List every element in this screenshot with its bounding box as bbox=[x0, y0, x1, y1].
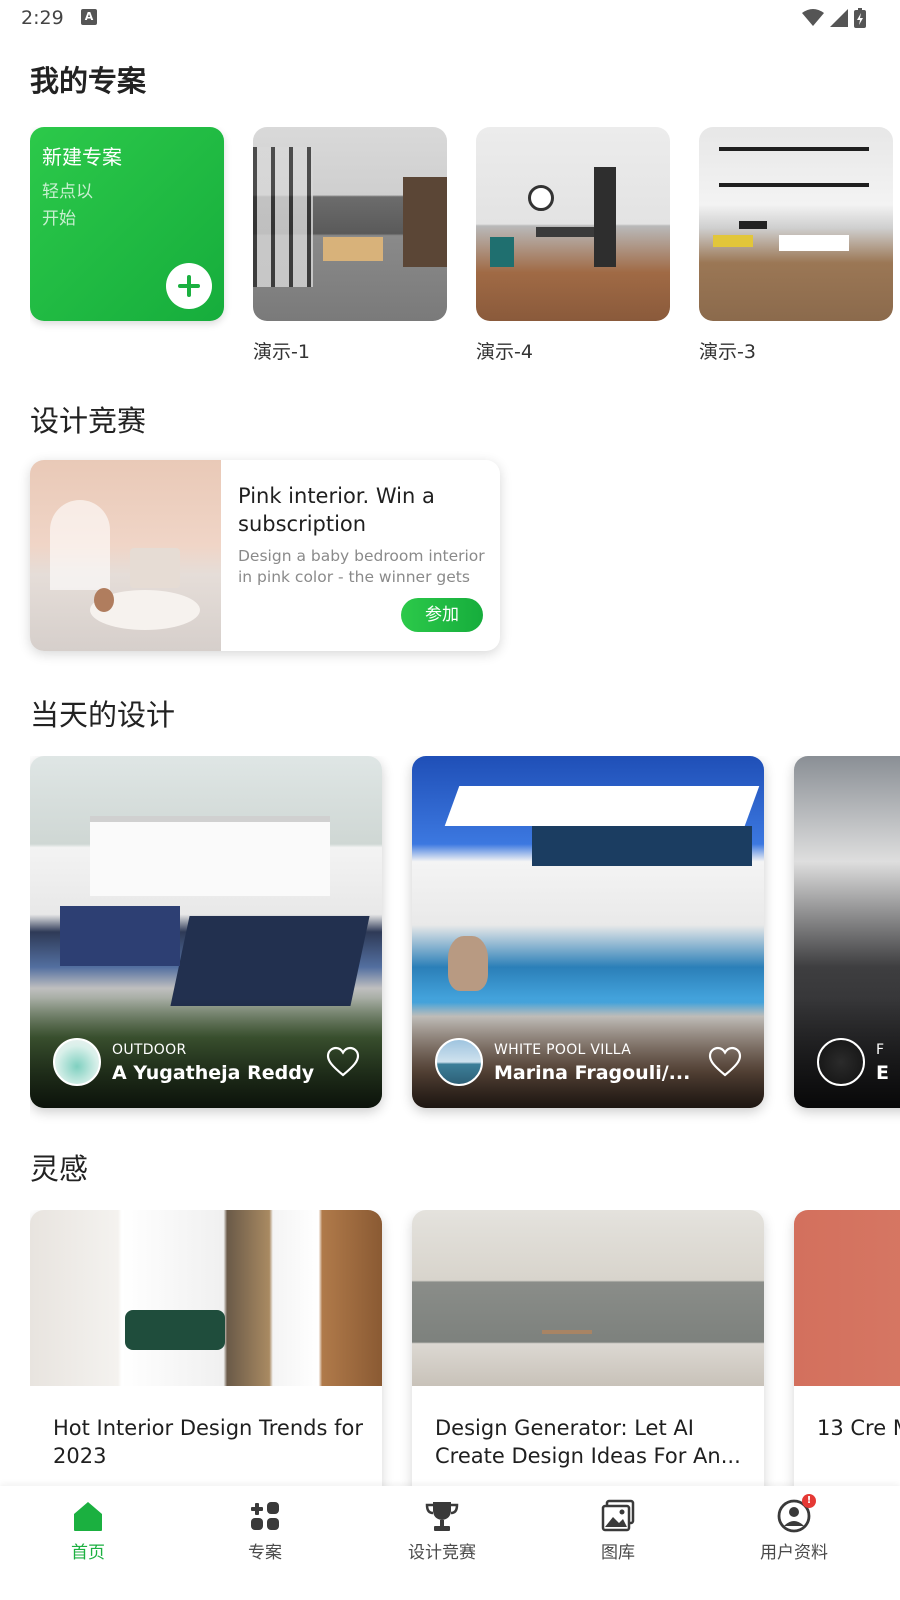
inspiration-card[interactable]: Hot Interior Design Trends for 2023 bbox=[30, 1210, 382, 1490]
my-projects-title: 我的专案 bbox=[30, 64, 147, 98]
design-author[interactable]: Marina Fragouli/... bbox=[494, 1062, 704, 1084]
new-project-card[interactable]: 新建专案 轻点以开始 bbox=[30, 127, 224, 321]
signal-icon bbox=[830, 9, 848, 27]
nav-item-profile[interactable]: ! 用户资料 bbox=[704, 1486, 884, 1600]
contest-card[interactable]: Pink interior. Win a subscription Design… bbox=[30, 460, 500, 651]
design-category: WHITE POOL VILLA bbox=[494, 1042, 632, 1058]
nav-item-projects[interactable]: 专案 bbox=[175, 1486, 355, 1600]
heart-icon[interactable] bbox=[326, 1046, 360, 1078]
inspiration-row: Hot Interior Design Trends for 2023 Desi… bbox=[30, 1210, 900, 1490]
inspiration-card-title: Hot Interior Design Trends for 2023 bbox=[53, 1416, 363, 1468]
bottom-nav: 首页 专案 设计竞赛 图库 ! 用户资料 bbox=[0, 1486, 900, 1600]
contest-image bbox=[30, 460, 221, 651]
project-label: 演示-3 bbox=[699, 341, 756, 363]
nav-label: 专案 bbox=[248, 1543, 282, 1563]
design-contest-title: 设计竞赛 bbox=[30, 404, 147, 438]
nav-label: 用户资料 bbox=[760, 1543, 828, 1563]
design-author[interactable]: E bbox=[876, 1062, 900, 1084]
design-card[interactable]: OUTDOOR A Yugatheja Reddy bbox=[30, 756, 382, 1108]
design-card[interactable]: WHITE POOL VILLA Marina Fragouli/... bbox=[412, 756, 764, 1108]
nav-item-contest[interactable]: 设计竞赛 bbox=[352, 1486, 532, 1600]
design-card[interactable]: F E bbox=[794, 756, 900, 1108]
wifi-icon bbox=[802, 9, 824, 26]
design-category: F bbox=[876, 1042, 885, 1058]
heart-icon[interactable] bbox=[708, 1046, 742, 1078]
project-label: 演示-4 bbox=[476, 341, 533, 363]
inspiration-card-title: Design Generator: Let AI Create Design I… bbox=[435, 1416, 741, 1468]
inspiration-card[interactable]: Design Generator: Let AI Create Design I… bbox=[412, 1210, 764, 1490]
avatar[interactable] bbox=[53, 1038, 101, 1086]
design-of-day-title: 当天的设计 bbox=[30, 698, 176, 732]
battery-icon bbox=[854, 8, 866, 28]
project-thumbnail[interactable] bbox=[476, 127, 670, 321]
add-project-button[interactable] bbox=[166, 263, 212, 309]
design-author[interactable]: A Yugatheja Reddy bbox=[112, 1062, 322, 1084]
project-thumbnail[interactable] bbox=[699, 127, 893, 321]
project-thumbnail[interactable] bbox=[253, 127, 447, 321]
notification-icon: A bbox=[81, 9, 97, 25]
inspiration-image bbox=[794, 1210, 900, 1386]
inspiration-card[interactable]: 13 Cre Makin bbox=[794, 1210, 900, 1490]
notification-badge: ! bbox=[802, 1494, 816, 1508]
nav-item-home[interactable]: 首页 bbox=[0, 1486, 178, 1600]
projects-row: 新建专案 轻点以开始 演示-1 演示-4 演示-3 bbox=[30, 127, 900, 367]
new-project-subtitle: 轻点以开始 bbox=[42, 182, 93, 229]
project-label: 演示-1 bbox=[253, 341, 310, 363]
contest-title: Pink interior. Win a subscription bbox=[238, 484, 435, 536]
nav-item-gallery[interactable]: 图库 bbox=[528, 1486, 708, 1600]
status-bar: 2:29 A bbox=[0, 0, 900, 36]
inspiration-image bbox=[30, 1210, 382, 1386]
design-of-day-row: OUTDOOR A Yugatheja Reddy WHITE POOL VIL… bbox=[30, 756, 900, 1126]
home-icon bbox=[74, 1502, 102, 1531]
avatar[interactable] bbox=[435, 1038, 483, 1086]
new-project-title: 新建专案 bbox=[42, 145, 122, 169]
gallery-icon bbox=[601, 1499, 635, 1532]
nav-label: 图库 bbox=[601, 1543, 635, 1563]
nav-label: 设计竞赛 bbox=[408, 1543, 476, 1563]
inspiration-image bbox=[412, 1210, 764, 1386]
status-time: 2:29 bbox=[21, 7, 64, 29]
avatar[interactable] bbox=[817, 1038, 865, 1086]
inspiration-card-title: 13 Cre Makin bbox=[817, 1416, 900, 1440]
nav-label: 首页 bbox=[71, 1543, 105, 1563]
contest-description: Design a baby bedroom interior in pink c… bbox=[238, 547, 485, 586]
join-contest-button[interactable]: 参加 bbox=[401, 598, 483, 632]
status-icons bbox=[802, 8, 866, 28]
inspiration-title: 灵感 bbox=[30, 1152, 89, 1186]
trophy-icon bbox=[425, 1502, 459, 1531]
projects-grid-icon bbox=[251, 1502, 279, 1530]
design-category: OUTDOOR bbox=[112, 1042, 187, 1058]
